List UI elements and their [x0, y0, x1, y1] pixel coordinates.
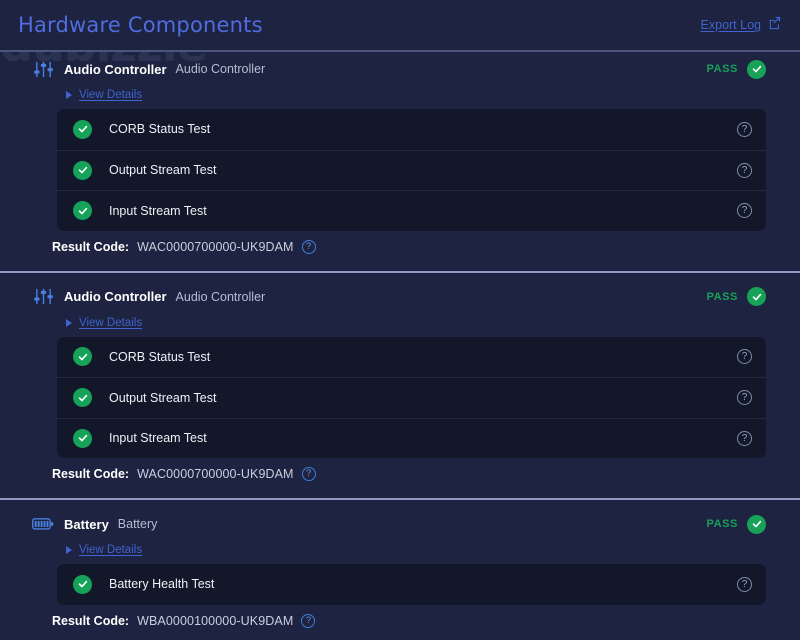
component-type: Audio Controller: [175, 289, 266, 304]
test-list: CORB Status Test? Output Stream Test? Inpu…: [57, 336, 766, 459]
result-code-value: WAC0000700000-UK9DAM: [137, 239, 294, 254]
test-row[interactable]: Output Stream Test?: [57, 377, 766, 418]
component-type: Battery: [117, 517, 158, 531]
pass-check-icon: [747, 59, 766, 79]
test-name: CORB Status Test: [109, 122, 211, 137]
test-pass-check-icon: [73, 428, 92, 448]
test-name: Input Stream Test: [109, 431, 207, 446]
test-name: Battery Health Test: [109, 577, 215, 592]
help-icon[interactable]: ?: [737, 121, 752, 137]
battery-icon: [32, 514, 54, 534]
component-status: PASS: [706, 59, 766, 79]
result-code-value: WAC0000700000-UK9DAM: [137, 467, 294, 481]
component-name: Audio Controller: [64, 61, 167, 77]
view-details-toggle[interactable]: View Details: [18, 541, 782, 564]
help-icon[interactable]: ?: [737, 349, 752, 365]
help-icon[interactable]: ?: [737, 390, 752, 406]
view-details-label: View Details: [79, 544, 143, 556]
page-title: Hardware Components: [18, 13, 263, 37]
test-name: Output Stream Test: [109, 163, 217, 178]
chevron-right-icon: [66, 318, 72, 327]
test-list: Battery Health Test?: [57, 564, 766, 605]
status-badge: PASS: [706, 290, 738, 303]
result-code-help-icon[interactable]: ?: [301, 467, 316, 481]
help-icon[interactable]: ?: [737, 430, 752, 446]
test-pass-check-icon: [73, 347, 92, 367]
test-row[interactable]: Output Stream Test?: [57, 149, 766, 191]
help-icon[interactable]: ?: [737, 162, 752, 178]
component-status: PASS: [706, 287, 766, 306]
component-header: Audio Controller Audio Controller PASS: [18, 52, 782, 86]
export-log-label: Export Log: [700, 18, 761, 32]
component-card: Battery Battery PASS View Details Battery He…: [0, 498, 800, 636]
components-list: Audio Controller Audio Controller PASS View…: [0, 52, 800, 636]
test-row[interactable]: CORB Status Test?: [57, 109, 766, 150]
result-code-label: Result Code:: [52, 239, 130, 254]
test-row[interactable]: Input Stream Test?: [57, 417, 766, 459]
component-card: Audio Controller Audio Controller PASS View…: [0, 270, 800, 490]
test-pass-check-icon: [73, 201, 92, 221]
test-row[interactable]: Battery Health Test?: [57, 564, 766, 605]
view-details-label: View Details: [79, 316, 143, 329]
view-details-toggle[interactable]: View Details: [18, 86, 782, 109]
pass-check-icon: [747, 514, 766, 534]
sliders-icon: [32, 287, 54, 307]
result-code-value: WBA0000100000-UK9DAM: [137, 613, 294, 628]
component-name: Audio Controller: [64, 289, 167, 304]
pass-check-icon: [747, 287, 766, 306]
component-card: Audio Controller Audio Controller PASS View…: [0, 52, 800, 262]
components-scroll-area[interactable]: Audio Controller Audio Controller PASS View…: [0, 52, 800, 640]
test-pass-check-icon: [73, 574, 92, 594]
external-link-icon: [767, 15, 782, 35]
chevron-right-icon: [66, 546, 72, 554]
help-icon[interactable]: ?: [737, 203, 752, 219]
component-type: Audio Controller: [175, 62, 266, 76]
component-header: Audio Controller Audio Controller PASS: [18, 280, 782, 314]
result-code-label: Result Code:: [52, 613, 130, 628]
export-log-button[interactable]: Export Log: [701, 15, 782, 35]
test-pass-check-icon: [73, 388, 92, 408]
component-name: Battery: [64, 516, 109, 532]
result-code-help-icon[interactable]: ?: [301, 239, 316, 254]
test-name: Input Stream Test: [109, 203, 207, 218]
test-list: CORB Status Test? Output Stream Test? Inpu…: [57, 109, 766, 231]
component-status: PASS: [706, 514, 766, 534]
test-name: CORB Status Test: [109, 349, 211, 364]
result-code-help-icon[interactable]: ?: [301, 613, 316, 628]
result-code: Result Code: WBA0000100000-UK9DAM?: [18, 605, 782, 636]
result-code: Result Code: WAC0000700000-UK9DAM?: [18, 458, 782, 489]
test-row[interactable]: CORB Status Test?: [57, 337, 766, 378]
chevron-right-icon: [66, 91, 72, 99]
test-row[interactable]: Input Stream Test?: [57, 190, 766, 231]
test-pass-check-icon: [73, 119, 92, 139]
test-name: Output Stream Test: [109, 390, 217, 405]
view-details-toggle[interactable]: View Details: [18, 314, 782, 337]
test-pass-check-icon: [73, 160, 92, 180]
status-badge: PASS: [706, 518, 738, 530]
component-header: Battery Battery PASS: [18, 507, 782, 541]
view-details-label: View Details: [79, 89, 143, 101]
help-icon[interactable]: ?: [737, 576, 752, 592]
sliders-icon: [32, 59, 54, 79]
status-badge: PASS: [706, 63, 738, 75]
result-code: Result Code: WAC0000700000-UK9DAM?: [18, 231, 782, 262]
page-header: Hardware Components Export Log: [0, 0, 800, 52]
result-code-label: Result Code:: [52, 467, 130, 481]
